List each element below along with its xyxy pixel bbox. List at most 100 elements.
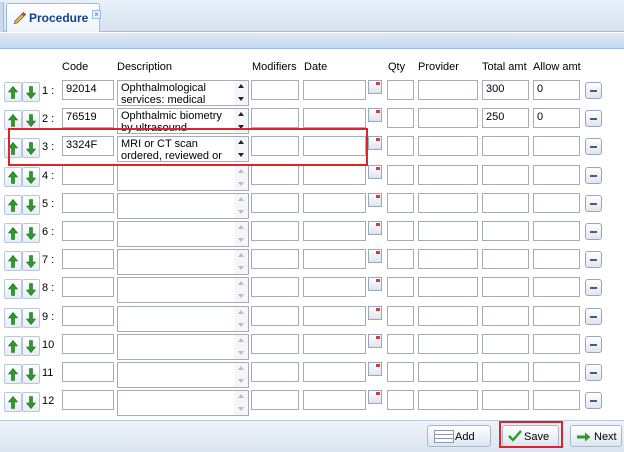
scroll-down-icon[interactable] bbox=[238, 266, 244, 270]
move-down-icon[interactable] bbox=[22, 364, 40, 384]
description-scrollbar[interactable] bbox=[234, 363, 248, 387]
modifiers-input[interactable] bbox=[251, 165, 299, 185]
total-amt-input[interactable] bbox=[482, 277, 529, 297]
move-down-icon[interactable] bbox=[22, 195, 40, 215]
move-down-icon[interactable] bbox=[22, 82, 40, 102]
modifiers-input[interactable] bbox=[251, 362, 299, 382]
scroll-up-icon[interactable] bbox=[238, 366, 244, 370]
description-scrollbar[interactable] bbox=[234, 222, 248, 246]
allow-amt-input[interactable] bbox=[533, 306, 580, 326]
calendar-icon[interactable] bbox=[368, 80, 382, 94]
calendar-icon[interactable] bbox=[368, 362, 382, 376]
move-up-icon[interactable] bbox=[4, 167, 22, 187]
description-textarea[interactable] bbox=[117, 362, 249, 388]
move-down-icon[interactable] bbox=[22, 167, 40, 187]
date-input[interactable] bbox=[303, 108, 366, 128]
move-up-icon[interactable] bbox=[4, 364, 22, 384]
date-input[interactable] bbox=[303, 193, 366, 213]
code-input[interactable] bbox=[62, 165, 114, 185]
scroll-down-icon[interactable] bbox=[238, 351, 244, 355]
move-up-icon[interactable] bbox=[4, 336, 22, 356]
description-textarea[interactable] bbox=[117, 165, 249, 191]
total-amt-input[interactable] bbox=[482, 249, 529, 269]
scroll-up-icon[interactable] bbox=[238, 394, 244, 398]
qty-input[interactable] bbox=[387, 165, 414, 185]
allow-amt-input[interactable] bbox=[533, 362, 580, 382]
move-up-icon[interactable] bbox=[4, 251, 22, 271]
code-input[interactable]: 76519 bbox=[62, 108, 114, 128]
allow-amt-input[interactable] bbox=[533, 165, 580, 185]
move-down-icon[interactable] bbox=[22, 251, 40, 271]
provider-input[interactable] bbox=[418, 362, 478, 382]
description-scrollbar[interactable] bbox=[234, 166, 248, 190]
code-input[interactable] bbox=[62, 249, 114, 269]
provider-input[interactable] bbox=[418, 249, 478, 269]
scroll-up-icon[interactable] bbox=[238, 281, 244, 285]
scroll-down-icon[interactable] bbox=[238, 238, 244, 242]
code-input[interactable] bbox=[62, 193, 114, 213]
move-down-icon[interactable] bbox=[22, 336, 40, 356]
scroll-down-icon[interactable] bbox=[238, 379, 244, 383]
modifiers-input[interactable] bbox=[251, 80, 299, 100]
total-amt-input[interactable] bbox=[482, 221, 529, 241]
scroll-down-icon[interactable] bbox=[238, 294, 244, 298]
calendar-icon[interactable] bbox=[368, 277, 382, 291]
scroll-down-icon[interactable] bbox=[238, 182, 244, 186]
description-scrollbar[interactable] bbox=[234, 250, 248, 274]
qty-input[interactable] bbox=[387, 193, 414, 213]
code-input[interactable] bbox=[62, 221, 114, 241]
date-input[interactable] bbox=[303, 249, 366, 269]
allow-amt-input[interactable] bbox=[533, 136, 580, 156]
date-input[interactable] bbox=[303, 277, 366, 297]
calendar-icon[interactable] bbox=[368, 136, 382, 150]
total-amt-input[interactable] bbox=[482, 136, 529, 156]
total-amt-input[interactable]: 300 bbox=[482, 80, 529, 100]
provider-input[interactable] bbox=[418, 306, 478, 326]
calendar-icon[interactable] bbox=[368, 193, 382, 207]
total-amt-input[interactable] bbox=[482, 362, 529, 382]
description-scrollbar[interactable] bbox=[234, 307, 248, 331]
row-options-button[interactable] bbox=[585, 308, 602, 325]
move-down-icon[interactable] bbox=[22, 308, 40, 328]
scroll-up-icon[interactable] bbox=[238, 112, 244, 116]
code-input[interactable] bbox=[62, 306, 114, 326]
calendar-icon[interactable] bbox=[368, 249, 382, 263]
description-textarea[interactable] bbox=[117, 249, 249, 275]
row-options-button[interactable] bbox=[585, 336, 602, 353]
provider-input[interactable] bbox=[418, 277, 478, 297]
allow-amt-input[interactable] bbox=[533, 193, 580, 213]
calendar-icon[interactable] bbox=[368, 334, 382, 348]
scroll-up-icon[interactable] bbox=[238, 338, 244, 342]
date-input[interactable] bbox=[303, 221, 366, 241]
calendar-icon[interactable] bbox=[368, 108, 382, 122]
scroll-up-icon[interactable] bbox=[238, 84, 244, 88]
row-options-button[interactable] bbox=[585, 279, 602, 296]
qty-input[interactable] bbox=[387, 80, 414, 100]
allow-amt-input[interactable]: 0 bbox=[533, 80, 580, 100]
move-up-icon[interactable] bbox=[4, 195, 22, 215]
row-options-button[interactable] bbox=[585, 110, 602, 127]
qty-input[interactable] bbox=[387, 334, 414, 354]
date-input[interactable] bbox=[303, 306, 366, 326]
move-up-icon[interactable] bbox=[4, 110, 22, 130]
scroll-down-icon[interactable] bbox=[238, 407, 244, 411]
modifiers-input[interactable] bbox=[251, 277, 299, 297]
move-up-icon[interactable] bbox=[4, 308, 22, 328]
scroll-up-icon[interactable] bbox=[238, 197, 244, 201]
code-input[interactable] bbox=[62, 362, 114, 382]
description-textarea[interactable] bbox=[117, 277, 249, 303]
date-input[interactable] bbox=[303, 334, 366, 354]
modifiers-input[interactable] bbox=[251, 249, 299, 269]
calendar-icon[interactable] bbox=[368, 165, 382, 179]
provider-input[interactable] bbox=[418, 80, 478, 100]
provider-input[interactable] bbox=[418, 390, 478, 410]
modifiers-input[interactable] bbox=[251, 193, 299, 213]
code-input[interactable]: 92014 bbox=[62, 80, 114, 100]
total-amt-input[interactable] bbox=[482, 306, 529, 326]
allow-amt-input[interactable] bbox=[533, 334, 580, 354]
date-input[interactable] bbox=[303, 362, 366, 382]
scroll-up-icon[interactable] bbox=[238, 169, 244, 173]
move-up-icon[interactable] bbox=[4, 279, 22, 299]
description-scrollbar[interactable] bbox=[234, 278, 248, 302]
modifiers-input[interactable] bbox=[251, 390, 299, 410]
